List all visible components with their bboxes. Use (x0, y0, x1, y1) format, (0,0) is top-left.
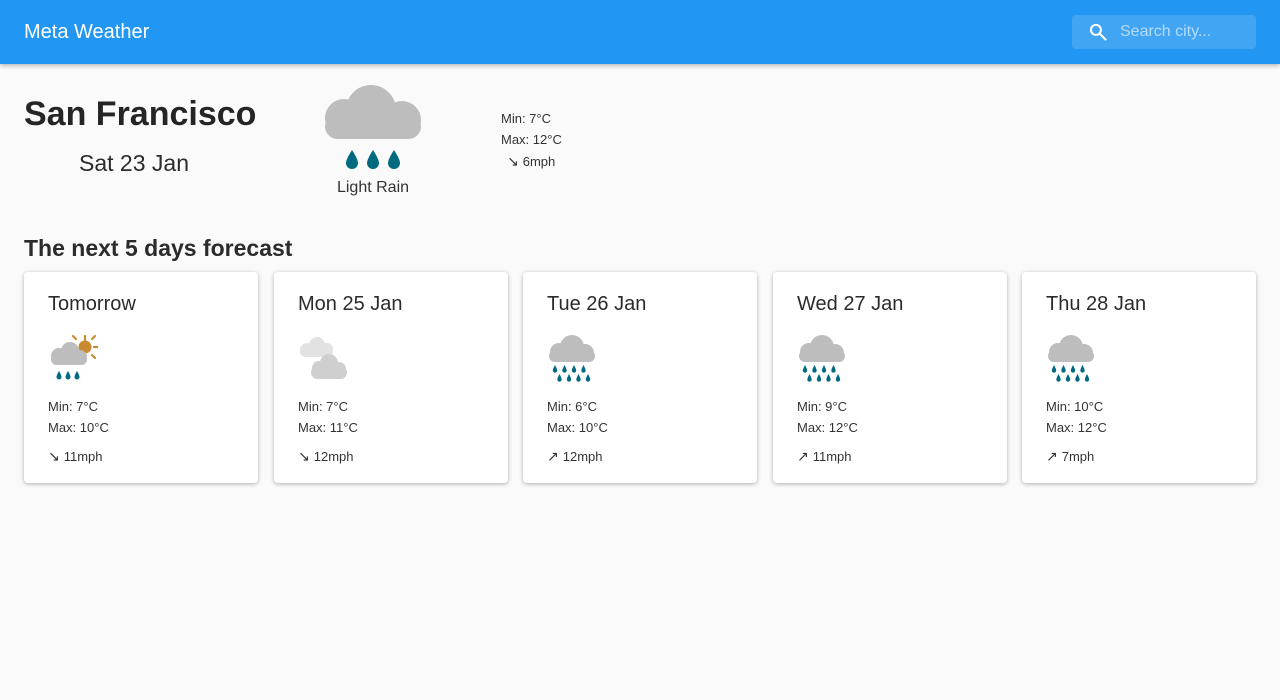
forecast-list: Tomorrow Min: 7°C Max: 10°C ↘ 11mph Mon … (24, 272, 1256, 483)
city-name: San Francisco (24, 95, 257, 133)
forecast-min-temp: Min: 6°C (547, 399, 597, 414)
light-rain-sun-icon (51, 334, 98, 380)
current-wind: ↘ 6mph (501, 153, 562, 174)
app-title[interactable]: Meta Weather (24, 20, 149, 44)
forecast-wind: ↗ 7mph (1046, 448, 1094, 465)
forecast-card: Wed 27 Jan Min: 9°C Max: 12°C ↗ 11mph (773, 272, 1007, 483)
forecast-day: Thu 28 Jan (1046, 293, 1147, 315)
forecast-card: Tue 26 Jan Min: 6°C Max: 10°C ↗ 12mph (523, 272, 757, 483)
forecast-max-temp: Max: 12°C (1046, 420, 1107, 435)
forecast-max-temp: Max: 10°C (547, 420, 608, 435)
forecast-max-temp: Max: 11°C (298, 420, 358, 435)
light-rain-icon (325, 85, 421, 169)
wind-direction-icon: ↘ (298, 448, 310, 464)
light-cloud-icon (300, 337, 347, 379)
wind-direction-icon: ↗ (1046, 448, 1058, 464)
forecast-day: Tue 26 Jan (547, 293, 647, 315)
forecast-day: Wed 27 Jan (797, 293, 904, 315)
forecast-min-temp: Min: 7°C (298, 399, 348, 414)
forecast-title: The next 5 days forecast (24, 235, 293, 261)
current-condition: Light Rain (336, 179, 410, 196)
wind-direction-icon: ↘ (507, 153, 519, 169)
wind-direction-icon: ↗ (547, 448, 559, 464)
current-stats: Min: 7°C Max: 12°C ↘ 6mph (501, 111, 562, 174)
forecast-min-temp: Min: 7°C (48, 399, 98, 414)
forecast-wind: ↘ 12mph (298, 448, 353, 465)
heavy-rain-icon (799, 335, 845, 382)
forecast-day: Mon 25 Jan (298, 293, 403, 315)
search-input[interactable] (1120, 15, 1250, 49)
search-icon[interactable] (1088, 22, 1108, 42)
wind-direction-icon: ↘ (48, 448, 60, 464)
forecast-min-temp: Min: 9°C (797, 399, 847, 414)
forecast-wind: ↗ 11mph (797, 448, 852, 465)
wind-direction-icon: ↗ (797, 448, 809, 464)
search-box[interactable] (1072, 15, 1256, 49)
forecast-wind-speed: 12mph (313, 449, 354, 464)
current-wind-speed: 6mph (522, 154, 556, 169)
forecast-card: Thu 28 Jan Min: 10°C Max: 12°C ↗ 7mph (1022, 272, 1256, 483)
forecast-max-temp: Max: 10°C (48, 420, 109, 435)
heavy-rain-icon (549, 335, 595, 382)
app-bar: Meta Weather (0, 0, 1280, 64)
current-min-temp: Min: 7°C (501, 111, 551, 126)
current-max-temp: Max: 12°C (501, 132, 562, 147)
forecast-day: Tomorrow (48, 293, 136, 315)
heavy-rain-icon (1048, 335, 1094, 382)
forecast-wind-speed: 11mph (63, 449, 103, 464)
forecast-max-temp: Max: 12°C (797, 420, 858, 435)
forecast-wind-speed: 12mph (562, 449, 603, 464)
forecast-min-temp: Min: 10°C (1046, 399, 1104, 414)
forecast-wind: ↗ 12mph (547, 448, 602, 465)
forecast-card: Tomorrow Min: 7°C Max: 10°C ↘ 11mph (24, 272, 258, 483)
forecast-wind-speed: 7mph (1061, 449, 1095, 464)
forecast-wind: ↘ 11mph (48, 448, 103, 465)
forecast-wind-speed: 11mph (812, 449, 852, 464)
forecast-card: Mon 25 Jan Min: 7°C Max: 11°C ↘ 12mph (274, 272, 508, 483)
current-date: Sat 23 Jan (79, 150, 189, 176)
